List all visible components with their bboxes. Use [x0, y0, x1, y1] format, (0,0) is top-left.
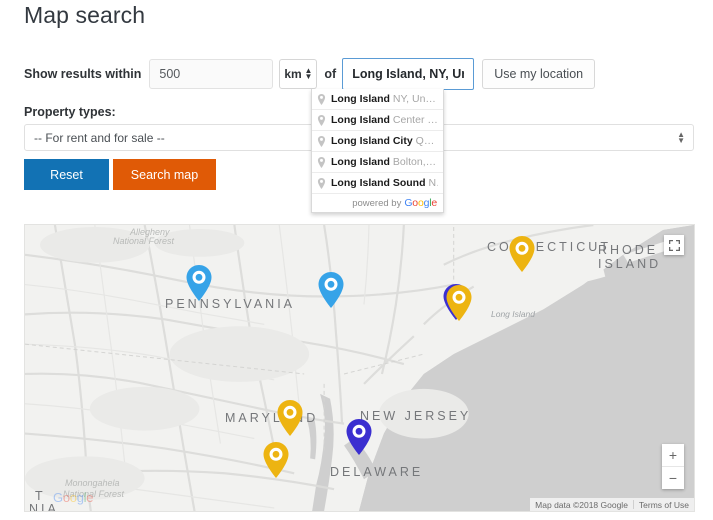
google-logo: Google	[404, 197, 437, 209]
search-map-button[interactable]: Search map	[113, 159, 216, 190]
marker-maryland-baltimore[interactable]	[277, 400, 303, 436]
fullscreen-icon[interactable]	[664, 235, 684, 255]
map-pin-icon	[317, 114, 326, 126]
location-autocomplete-dropdown[interactable]: Long Island NY, United St... Long Island…	[311, 89, 444, 213]
map-pin-icon	[317, 93, 326, 105]
marker-new-york[interactable]	[446, 285, 472, 321]
autocomplete-item-main: Long Island	[331, 156, 390, 168]
of-label: of	[324, 67, 337, 81]
marker-maryland-south[interactable]	[263, 442, 289, 478]
autocomplete-item[interactable]: Long Island Bolton, NY, U...	[312, 152, 443, 173]
map-base-graphic	[25, 225, 694, 511]
autocomplete-item[interactable]: Long Island City Queens,...	[312, 131, 443, 152]
terms-of-use-link[interactable]: Terms of Use	[634, 500, 694, 510]
marker-new-jersey[interactable]	[346, 419, 372, 455]
location-input[interactable]	[342, 58, 475, 90]
marker-pennsylvania-west[interactable]	[186, 265, 212, 301]
marker-pennsylvania-east[interactable]	[318, 272, 344, 308]
powered-by-text: powered by	[352, 197, 402, 209]
zoom-controls[interactable]: + −	[662, 444, 684, 489]
radius-input[interactable]	[149, 59, 274, 89]
use-my-location-button[interactable]: Use my location	[482, 59, 596, 89]
map-pin-icon	[317, 177, 326, 189]
autocomplete-item[interactable]: Long Island Sound NY, ...	[312, 173, 443, 194]
action-button-row: Reset Search map	[24, 159, 216, 190]
zoom-in-button[interactable]: +	[662, 444, 684, 466]
unit-select-wrap: km ▲ ▼	[273, 59, 318, 89]
map-pin-icon	[317, 156, 326, 168]
page-title: Map search	[24, 2, 146, 28]
map-pin-icon	[317, 135, 326, 147]
property-types-label: Property types:	[24, 105, 116, 119]
autocomplete-powered-by: powered by Google	[312, 194, 443, 212]
marker-connecticut[interactable]	[509, 236, 535, 272]
autocomplete-item-main: Long Island Sound	[331, 177, 426, 189]
zoom-out-button[interactable]: −	[662, 467, 684, 489]
reset-button[interactable]: Reset	[24, 159, 109, 190]
autocomplete-item-main: Long Island	[331, 93, 390, 105]
autocomplete-item[interactable]: Long Island NY, United St...	[312, 89, 443, 110]
fullscreen-glyph	[668, 239, 680, 251]
map-data-text: Map data ©2018 Google	[535, 499, 628, 510]
unit-select[interactable]: km	[279, 59, 318, 89]
autocomplete-item-sub: Queens,...	[415, 135, 438, 147]
map-attribution: Map data ©2018 Google Terms of Use	[530, 498, 694, 511]
autocomplete-item-sub: Bolton, NY, U...	[392, 156, 438, 168]
autocomplete-item[interactable]: Long Island Center Boulev...	[312, 110, 443, 131]
map-search-page: Map search Show results within km ▲▼ of …	[0, 0, 713, 520]
autocomplete-item-sub: NY, United St...	[392, 93, 438, 105]
search-filter-row: Show results within km ▲▼ of Use my loca…	[24, 58, 596, 90]
map-canvas[interactable]: PENNSYLVANIA MARYLAND DELAWARE NEW JERSE…	[24, 224, 695, 512]
autocomplete-item-sub: Center Boulev...	[392, 114, 438, 126]
radius-label: Show results within	[24, 67, 142, 81]
autocomplete-item-main: Long Island City	[331, 135, 413, 147]
autocomplete-item-sub: NY, ...	[428, 177, 439, 189]
property-types-value: -- For rent and for sale --	[34, 130, 165, 145]
autocomplete-item-main: Long Island	[331, 114, 390, 126]
chevron-updown-icon: ▲ ▼	[677, 129, 685, 145]
